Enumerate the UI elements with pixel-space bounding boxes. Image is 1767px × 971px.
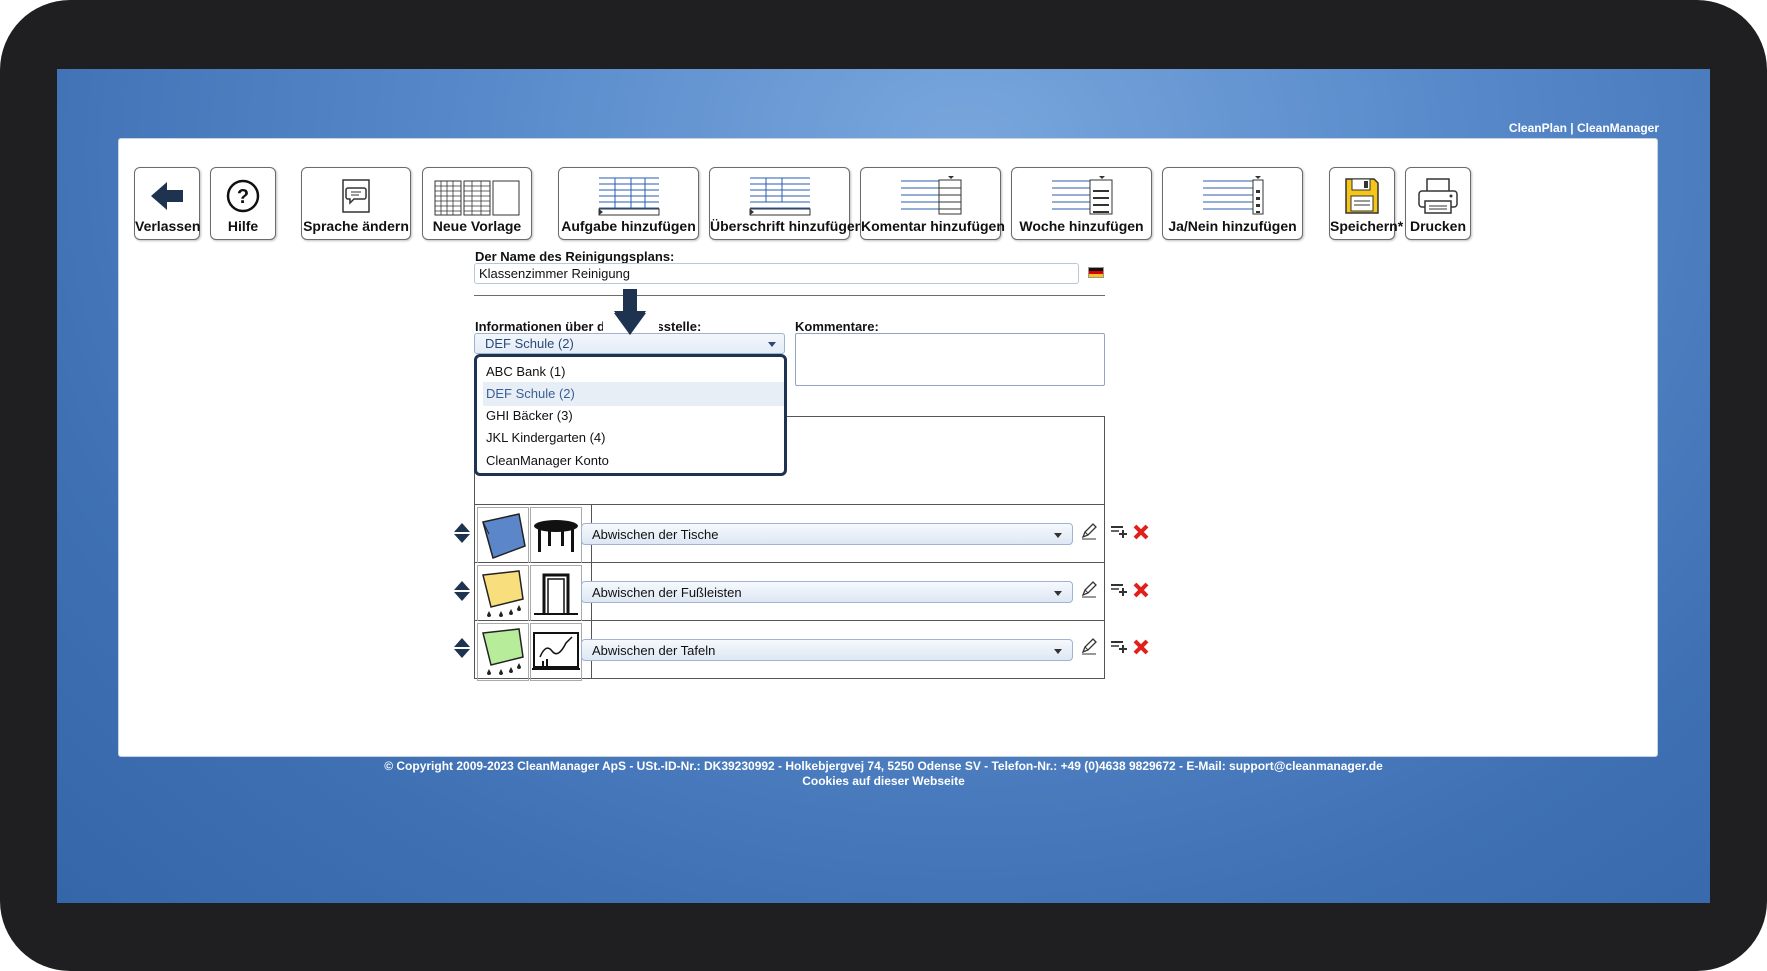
plan-name-input[interactable]: Klassenzimmer Reinigung: [474, 263, 1079, 284]
help-icon: ?: [211, 174, 275, 218]
add-subrow-icon[interactable]: [1110, 524, 1128, 545]
help-label: Hilfe: [227, 218, 259, 234]
new-template-button[interactable]: Neue Vorlage: [422, 167, 532, 240]
task-row: Abwischen der Tische: [474, 505, 1105, 565]
pointer-arrow-overlay-icon: [614, 299, 646, 335]
add-heading-label: Überschrift hinzufügen: [710, 218, 864, 234]
save-button[interactable]: Speichern*: [1329, 167, 1404, 240]
task-select[interactable]: Abwischen der Tafeln: [581, 639, 1073, 661]
pencil-icon[interactable]: [1080, 580, 1098, 603]
new-template-label: Neue Vorlage: [432, 218, 522, 234]
floppy-disk-icon: [1330, 174, 1394, 218]
add-week-table-icon: [1012, 174, 1151, 218]
add-subrow-icon[interactable]: [1110, 582, 1128, 603]
app-screen: CleanPlan | CleanManager Verlassen ? Hil…: [57, 69, 1710, 903]
device-frame: CleanPlan | CleanManager Verlassen ? Hil…: [0, 0, 1767, 971]
location-selected-value: DEF Schule (2): [485, 336, 574, 351]
add-subrow-icon[interactable]: [1110, 639, 1128, 660]
cookies-link[interactable]: Cookies auf dieser Webseite: [57, 774, 1710, 788]
blue-cloth-icon: [477, 507, 529, 565]
pencil-icon[interactable]: [1080, 522, 1098, 545]
task-select[interactable]: Abwischen der Fußleisten: [581, 581, 1073, 603]
chevron-down-icon: [1054, 649, 1062, 654]
delete-icon[interactable]: [1132, 581, 1150, 604]
delete-icon[interactable]: [1132, 638, 1150, 661]
task-name: Abwischen der Fußleisten: [592, 585, 742, 600]
change-language-button[interactable]: Sprache ändern: [301, 167, 411, 240]
add-yes-no-label: Ja/Nein hinzufügen: [1168, 218, 1297, 234]
comments-textarea[interactable]: [795, 333, 1105, 386]
add-heading-table-icon: [710, 174, 849, 218]
add-task-button[interactable]: Aufgabe hinzufügen: [558, 167, 699, 240]
save-label: Speichern*: [1330, 218, 1404, 234]
task-row: Abwischen der Fußleisten: [474, 563, 1105, 623]
reorder-arrows-icon[interactable]: [453, 580, 471, 602]
change-language-label: Sprache ändern: [303, 218, 409, 234]
reorder-arrows-icon[interactable]: [453, 637, 471, 659]
leave-button[interactable]: Verlassen: [134, 167, 200, 240]
print-label: Drucken: [1409, 218, 1467, 234]
add-yes-no-table-icon: [1163, 174, 1302, 218]
plan-name-label: Der Name des Reinigungsplans:: [475, 249, 675, 264]
print-button[interactable]: Drucken: [1405, 167, 1471, 240]
yellow-wet-cloth-icon: [477, 565, 529, 623]
add-heading-button[interactable]: Überschrift hinzufügen: [709, 167, 864, 240]
location-dropdown-list[interactable]: ABC Bank (1) DEF Schule (2) GHI Bäcker (…: [474, 354, 787, 476]
add-task-table-icon: [559, 174, 698, 218]
location-label: Informationen über die Arbeitsstelle:: [475, 319, 702, 334]
template-grid-icon: [423, 174, 531, 218]
editor-panel: Verlassen ? Hilfe Sprache ändern Neue Vo…: [118, 138, 1658, 757]
location-option[interactable]: CleanManager Konto: [483, 449, 784, 473]
add-comment-table-icon: [861, 174, 1000, 218]
german-flag-icon[interactable]: [1088, 267, 1104, 278]
add-task-label: Aufgabe hinzufügen: [561, 218, 696, 234]
delete-icon[interactable]: [1132, 523, 1150, 546]
chevron-down-icon: [1054, 591, 1062, 596]
task-select[interactable]: Abwischen der Tische: [581, 523, 1073, 545]
speech-bubble-icon: [302, 174, 410, 218]
task-name: Abwischen der Tafeln: [592, 643, 716, 658]
location-option[interactable]: JKL Kindergarten (4): [483, 426, 784, 450]
chevron-down-icon: [768, 342, 776, 347]
location-option[interactable]: ABC Bank (1): [483, 360, 784, 384]
help-button[interactable]: ? Hilfe: [210, 167, 276, 240]
chevron-down-icon: [1054, 533, 1062, 538]
blackboard-icon: [530, 623, 582, 681]
location-option[interactable]: GHI Bäcker (3): [483, 404, 784, 428]
svg-text:?: ?: [237, 186, 249, 208]
divider: [474, 295, 1105, 296]
task-row: Abwischen der Tafeln: [474, 621, 1105, 681]
add-yes-no-button[interactable]: Ja/Nein hinzufügen: [1162, 167, 1303, 240]
table-icon: [530, 507, 582, 565]
brand-title: CleanPlan | CleanManager: [1508, 121, 1659, 135]
task-name: Abwischen der Tische: [592, 527, 719, 542]
green-wet-cloth-icon: [477, 623, 529, 681]
footer-copyright: © Copyright 2009-2023 CleanManager ApS -…: [384, 759, 1383, 773]
comments-label: Kommentare:: [795, 319, 879, 334]
add-week-label: Woche hinzufügen: [1019, 218, 1144, 234]
back-arrow-icon: [135, 174, 199, 218]
location-option-selected[interactable]: DEF Schule (2): [483, 382, 784, 406]
add-comment-button[interactable]: Komentar hinzufügen: [860, 167, 1005, 240]
add-week-button[interactable]: Woche hinzufügen: [1011, 167, 1152, 240]
add-comment-label: Komentar hinzufügen: [861, 218, 1005, 234]
pencil-icon[interactable]: [1080, 637, 1098, 660]
printer-icon: [1406, 174, 1470, 218]
reorder-arrows-icon[interactable]: [453, 522, 471, 544]
doorframe-icon: [530, 565, 582, 623]
leave-label: Verlassen: [135, 218, 201, 234]
